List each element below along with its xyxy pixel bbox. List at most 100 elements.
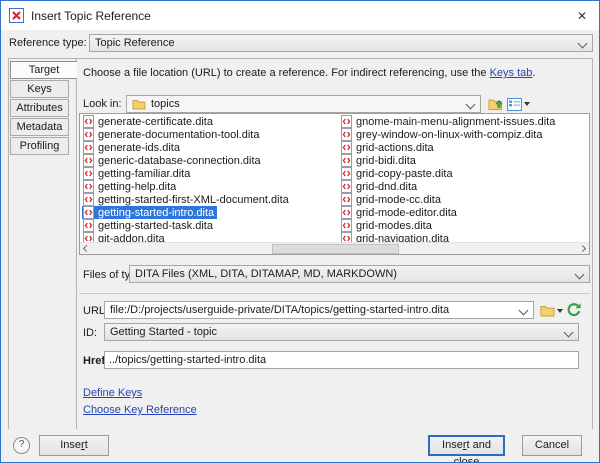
id-select[interactable]: Getting Started - topic — [104, 323, 579, 341]
file-name: grid-dnd.dita — [356, 181, 417, 193]
url-value: file:/D:/projects/userguide-private/DITA… — [110, 304, 449, 316]
id-label: ID: — [83, 327, 97, 339]
dita-file-icon — [341, 193, 352, 206]
keys-tab-link[interactable]: Keys tab — [490, 67, 533, 79]
file-name: generate-certificate.dita — [98, 116, 213, 128]
up-one-level-button[interactable] — [488, 95, 504, 113]
file-name: gnome-main-menu-alignment-issues.dita — [356, 116, 555, 128]
chevron-down-icon — [578, 39, 588, 49]
file-item[interactable]: grid-mode-cc.dita — [340, 193, 444, 206]
view-menu-button[interactable] — [507, 95, 530, 113]
views-grid-icon — [507, 98, 522, 111]
file-item[interactable]: getting-started-task.dita — [82, 219, 216, 232]
chevron-down-icon — [466, 100, 476, 110]
file-item[interactable]: generic-database-connection.dita — [82, 154, 264, 167]
dita-file-icon — [341, 115, 352, 128]
file-name: grid-bidi.dita — [356, 155, 416, 167]
define-keys-link[interactable]: Define Keys — [83, 387, 142, 399]
url-combobox[interactable]: file:/D:/projects/userguide-private/DITA… — [104, 301, 534, 319]
help-icon[interactable]: ? — [13, 437, 30, 454]
insert-button[interactable]: Insert — [39, 435, 109, 456]
file-name: getting-familiar.dita — [98, 168, 190, 180]
file-name: generate-documentation-tool.dita — [98, 129, 259, 141]
file-columns: generate-certificate.ditagenerate-docume… — [80, 114, 589, 243]
tab-attributes[interactable]: Attributes — [10, 99, 69, 117]
instruction-after: . — [532, 67, 535, 79]
file-name: getting-help.dita — [98, 181, 176, 193]
instruction-text: Choose a file location (URL) to create a… — [83, 67, 535, 79]
tab-content-divider — [76, 59, 77, 430]
insert-label-post: t — [85, 439, 88, 451]
insert-label-pre: Inse — [60, 439, 81, 451]
file-item[interactable]: grid-copy-paste.dita — [340, 167, 456, 180]
insert-topic-reference-dialog: Insert Topic Reference ✕ Reference type:… — [0, 0, 600, 463]
iac-label-pre: Inse — [442, 439, 463, 451]
folder-up-icon — [488, 97, 504, 111]
tab-profiling[interactable]: Profiling — [10, 137, 69, 155]
scrollbar-thumb[interactable] — [272, 244, 399, 254]
dita-file-icon — [341, 154, 352, 167]
dropdown-arrow-icon — [557, 309, 563, 313]
dita-file-icon — [83, 167, 94, 180]
reference-type-label: Reference type: — [9, 37, 87, 49]
dita-file-icon — [341, 141, 352, 154]
href-input[interactable]: ../topics/getting-started-intro.dita — [104, 351, 579, 369]
cancel-button[interactable]: Cancel — [522, 435, 582, 456]
horizontal-scrollbar[interactable] — [80, 242, 589, 254]
file-name: getting-started-first-XML-document.dita — [98, 194, 289, 206]
file-item[interactable]: grid-mode-editor.dita — [340, 206, 460, 219]
file-name: grid-mode-cc.dita — [356, 194, 441, 206]
file-name: generate-ids.dita — [98, 142, 180, 154]
dita-file-icon — [341, 219, 352, 232]
tab-keys[interactable]: Keys — [10, 80, 69, 98]
file-item[interactable]: getting-started-intro.dita — [82, 206, 217, 219]
file-name: grid-modes.dita — [356, 220, 432, 232]
refresh-button[interactable] — [566, 301, 582, 319]
tab-target[interactable]: Target — [10, 61, 77, 79]
dita-file-icon — [341, 206, 352, 219]
oxygen-app-icon — [9, 8, 24, 26]
file-name: grid-actions.dita — [356, 142, 434, 154]
file-name: getting-started-task.dita — [98, 220, 213, 232]
choose-key-reference-link[interactable]: Choose Key Reference — [83, 404, 197, 416]
file-item[interactable]: getting-familiar.dita — [82, 167, 193, 180]
files-of-type-select[interactable]: DITA Files (XML, DITA, DITAMAP, MD, MARK… — [129, 265, 590, 283]
file-item[interactable]: generate-ids.dita — [82, 141, 183, 154]
file-name: getting-started-intro.dita — [98, 207, 214, 219]
dita-file-icon — [83, 128, 94, 141]
file-item[interactable]: grid-modes.dita — [340, 219, 435, 232]
close-icon[interactable]: ✕ — [574, 8, 590, 24]
tab-pane: Target Keys Attributes Metadata Profilin… — [8, 58, 593, 431]
title-bar: Insert Topic Reference ✕ — [1, 1, 599, 30]
id-value: Getting Started - topic — [110, 326, 217, 338]
scroll-right-icon[interactable] — [577, 243, 589, 253]
tab-metadata[interactable]: Metadata — [10, 118, 69, 136]
dita-file-icon — [341, 167, 352, 180]
dropdown-arrow-icon — [524, 102, 530, 106]
file-column-right: gnome-main-menu-alignment-issues.ditagre… — [338, 114, 558, 243]
file-item[interactable]: getting-started-first-XML-document.dita — [82, 193, 292, 206]
browse-button[interactable] — [540, 302, 563, 320]
insert-and-close-button[interactable]: Insert and close — [428, 435, 505, 456]
file-item[interactable]: grid-bidi.dita — [340, 154, 419, 167]
file-item[interactable]: gnome-main-menu-alignment-issues.dita — [340, 115, 558, 128]
file-list[interactable]: generate-certificate.ditagenerate-docume… — [79, 113, 590, 255]
files-of-type-value: DITA Files (XML, DITA, DITAMAP, MD, MARK… — [135, 268, 397, 280]
dita-file-icon — [83, 219, 94, 232]
scroll-left-icon[interactable] — [80, 243, 92, 253]
file-item[interactable]: generate-documentation-tool.dita — [82, 128, 262, 141]
dita-file-icon — [83, 193, 94, 206]
reference-type-select[interactable]: Topic Reference — [89, 34, 593, 52]
instruction-before: Choose a file location (URL) to create a… — [83, 67, 490, 79]
look-in-label: Look in: — [83, 98, 122, 110]
file-name: grey-window-on-linux-with-compiz.dita — [356, 129, 542, 141]
footer-bar: ? Insert Insert and close Cancel — [1, 429, 599, 462]
dita-file-icon — [83, 206, 94, 219]
look-in-select[interactable]: topics — [126, 95, 481, 113]
dita-file-icon — [341, 180, 352, 193]
file-item[interactable]: grey-window-on-linux-with-compiz.dita — [340, 128, 545, 141]
file-item[interactable]: grid-dnd.dita — [340, 180, 420, 193]
file-item[interactable]: getting-help.dita — [82, 180, 179, 193]
file-item[interactable]: grid-actions.dita — [340, 141, 437, 154]
file-item[interactable]: generate-certificate.dita — [82, 115, 216, 128]
